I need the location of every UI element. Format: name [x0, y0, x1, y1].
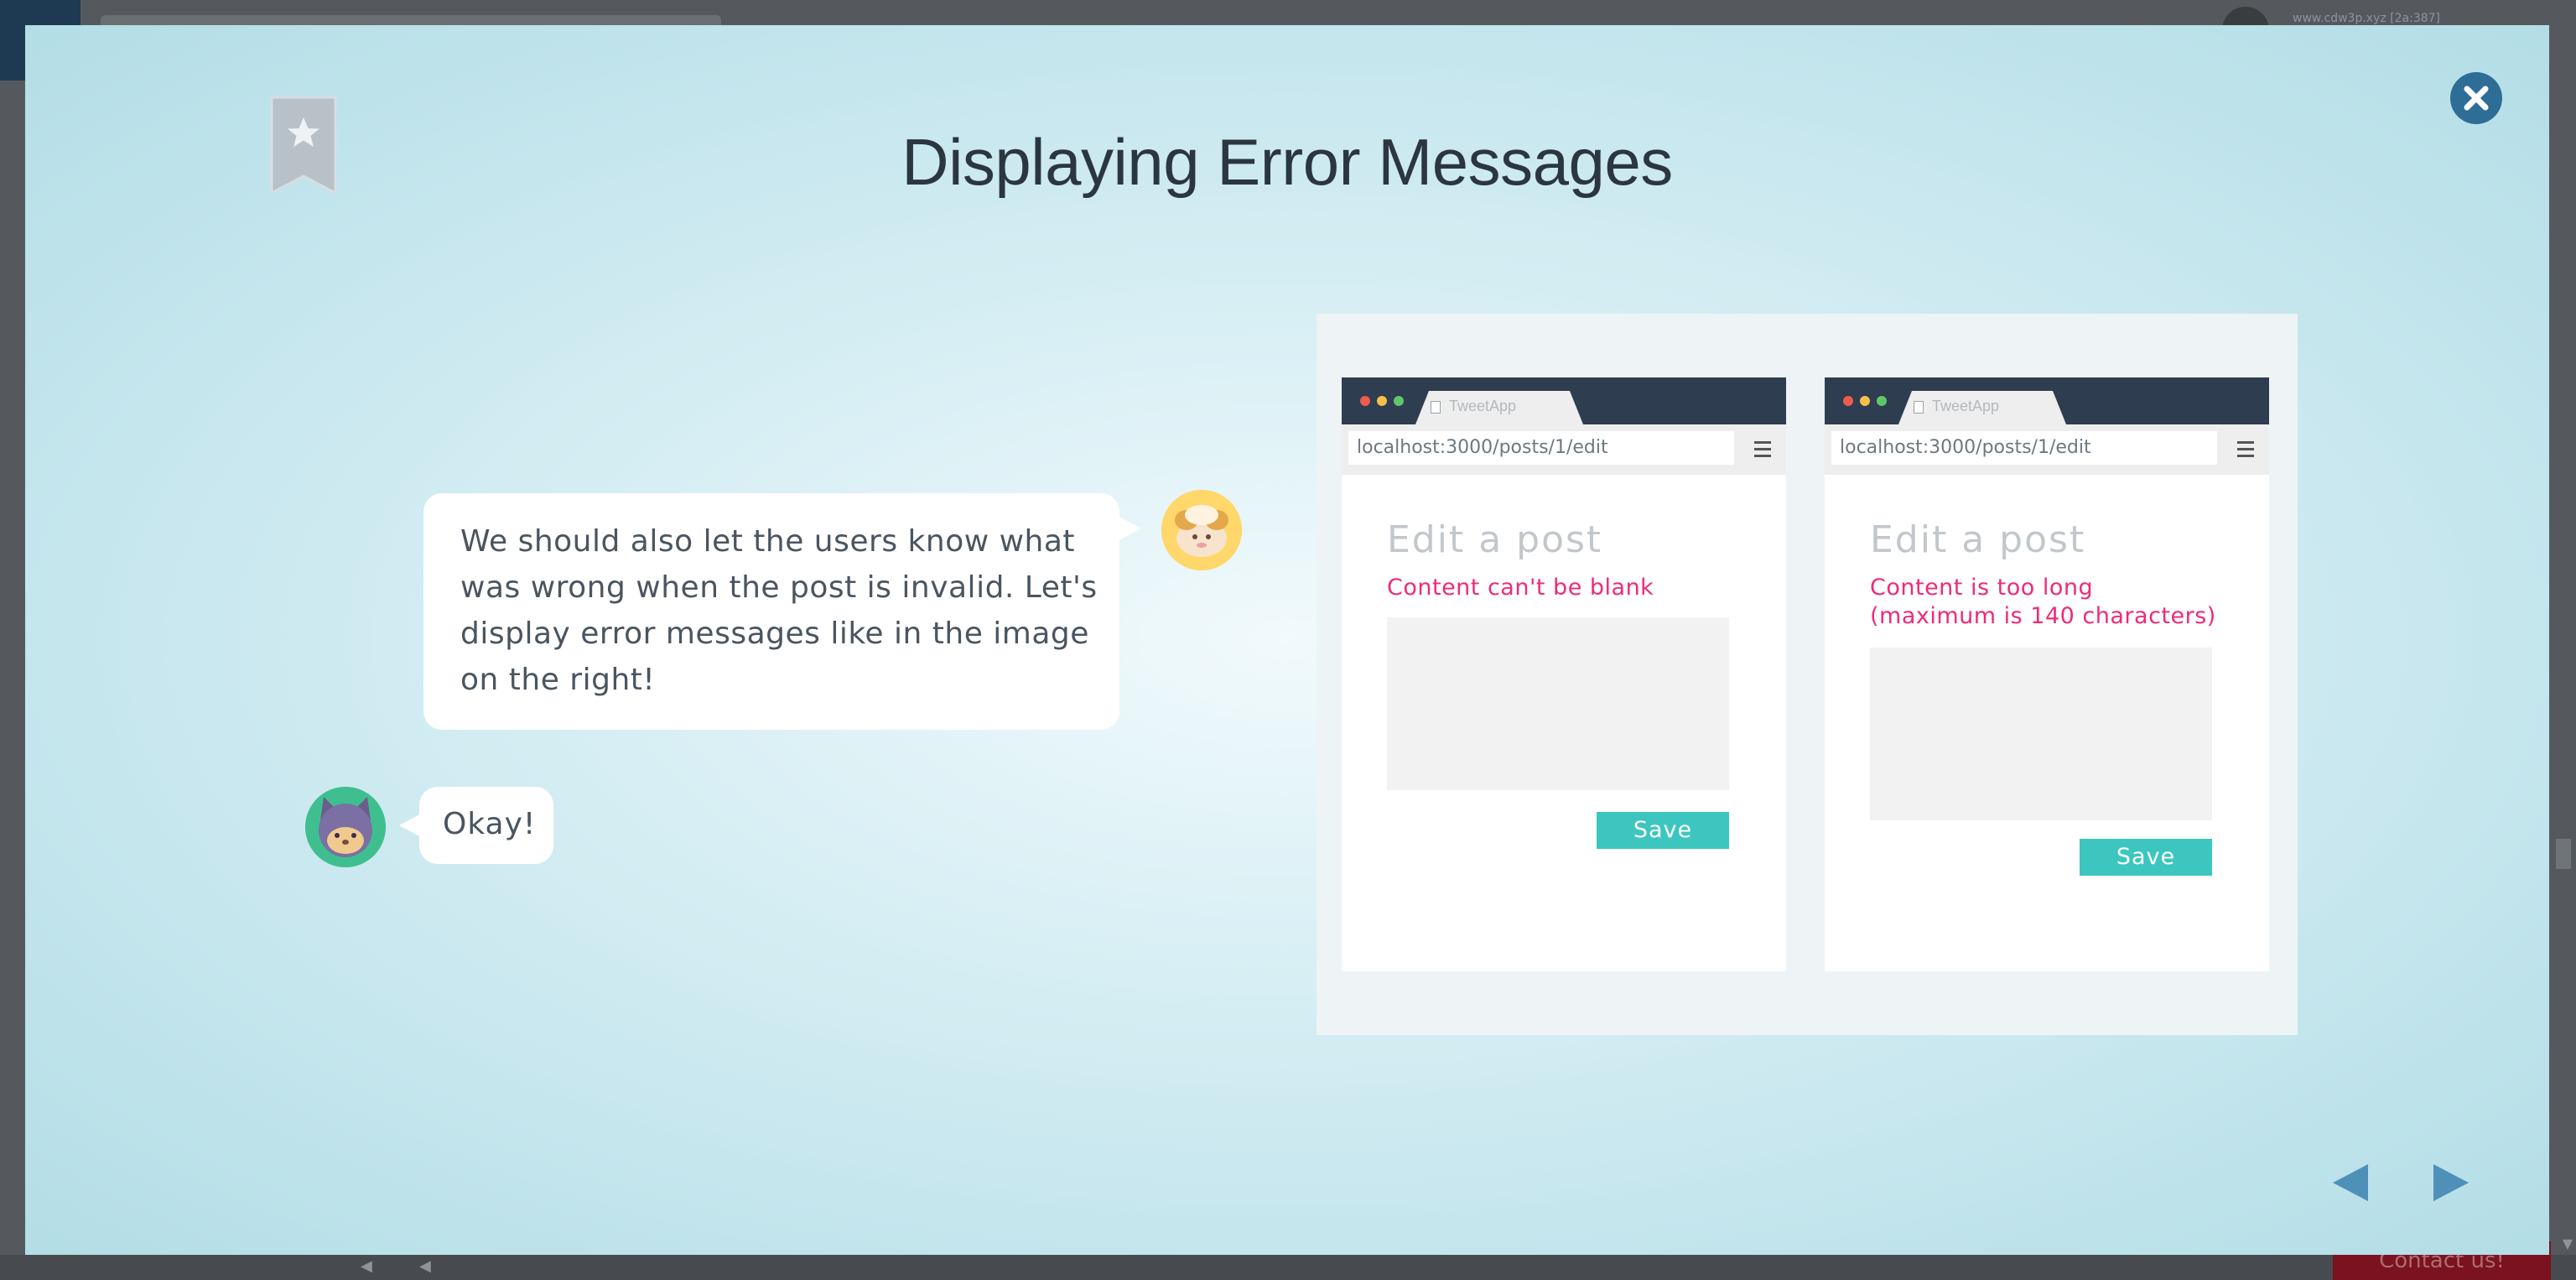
save-button: Save: [1597, 812, 1729, 849]
error-line: Content is too long: [1870, 575, 2094, 601]
page-title: Displaying Error Messages: [901, 125, 1673, 199]
browser-tab-label: TweetApp: [1932, 398, 2000, 414]
address-bar: localhost:3000/posts/1/edit: [1831, 431, 2217, 465]
prev-slide-button[interactable]: [2329, 1161, 2371, 1205]
lesson-slide-modal: Displaying Error Messages We should also…: [25, 25, 2549, 1255]
scrollbar-thumb: [2556, 839, 2571, 869]
edit-post-heading: Edit a post: [1387, 518, 1603, 561]
close-dot-icon: [1843, 396, 1853, 406]
browser-mockup-length-error: TweetApp localhost:3000/posts/1/edit Edi…: [1825, 377, 2269, 971]
save-button: Save: [2080, 839, 2212, 876]
speech-bubble-mentor: We should also let the users know what w…: [423, 493, 1141, 730]
menu-icon: [2237, 441, 2254, 461]
content-textarea: [1870, 648, 2212, 820]
speech-bubble-student: Okay!: [399, 787, 553, 864]
scroll-left-icon: ◀: [419, 1257, 431, 1275]
error-line: (maximum is 140 characters): [1870, 603, 2216, 629]
bubble-tail: [1116, 515, 1141, 542]
browser-mockup-blank-error: TweetApp localhost:3000/posts/1/edit Edi…: [1342, 377, 1786, 971]
scroll-left-icon: ◀: [361, 1257, 372, 1275]
browser-tab-label: TweetApp: [1449, 398, 1517, 414]
minimize-dot-icon: [1860, 396, 1870, 406]
menu-icon: [1754, 441, 1771, 461]
prev-arrow-icon: [2333, 1164, 2368, 1201]
scroll-down-icon: ▼: [2562, 1236, 2573, 1251]
close-button[interactable]: [2450, 72, 2502, 124]
error-message: Content can't be blank: [1387, 575, 1654, 601]
address-bar: localhost:3000/posts/1/edit: [1348, 431, 1734, 465]
edit-post-heading: Edit a post: [1870, 518, 2086, 561]
maximize-dot-icon: [1877, 396, 1887, 406]
browser-titlebar: TweetApp: [1825, 377, 2269, 424]
cat-avatar: [305, 787, 386, 867]
address-bar-row: localhost:3000/posts/1/edit: [1825, 424, 2269, 475]
close-icon: [2464, 86, 2489, 111]
next-arrow-icon: [2433, 1164, 2469, 1201]
student-message: Okay!: [443, 807, 537, 841]
address-bar-row: localhost:3000/posts/1/edit: [1342, 424, 1786, 475]
bubble-tail: [399, 814, 421, 837]
footer-scrollbar: [0, 1255, 2576, 1280]
illustration-panel: TweetApp localhost:3000/posts/1/edit Edi…: [1317, 314, 2298, 1035]
content-textarea: [1387, 617, 1729, 790]
document-icon: [1914, 401, 1924, 414]
minimize-dot-icon: [1377, 396, 1387, 406]
user-info-text: www.cdw3p.xyz [2a:387]: [2293, 12, 2441, 25]
document-icon: [1431, 401, 1441, 414]
mentor-message: We should also let the users know what w…: [460, 524, 1098, 697]
browser-titlebar: TweetApp: [1342, 377, 1786, 424]
maximize-dot-icon: [1394, 396, 1404, 406]
close-dot-icon: [1360, 396, 1370, 406]
sheep-avatar: [1161, 490, 1242, 570]
next-slide-button[interactable]: [2430, 1161, 2472, 1205]
error-message: Content is too long (maximum is 140 char…: [1870, 574, 2216, 631]
